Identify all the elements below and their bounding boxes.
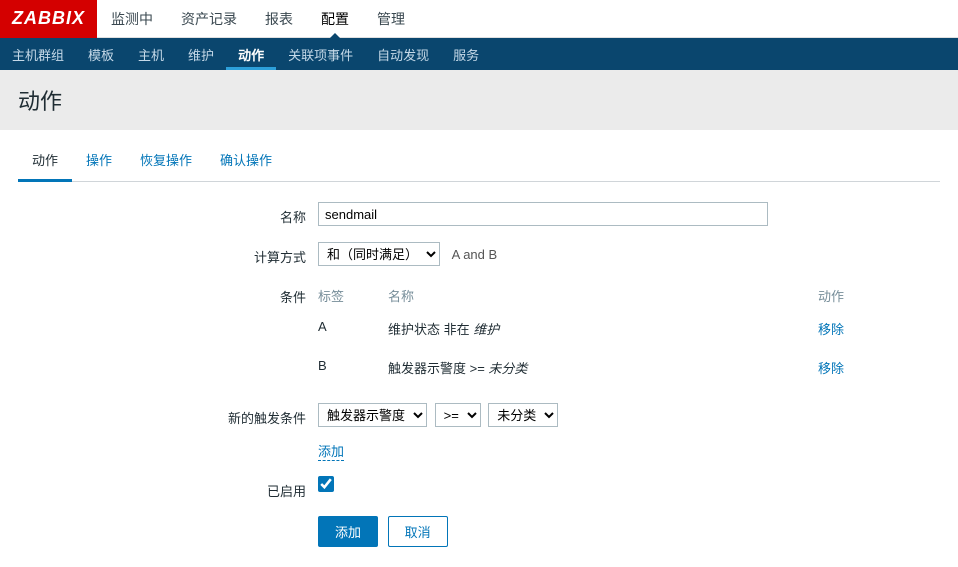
add-button[interactable]: 添加 — [318, 516, 378, 547]
content: 动作 操作 恢复操作 确认操作 名称 计算方式 和（同时满足） A and B … — [0, 140, 958, 567]
tab-operations[interactable]: 操作 — [72, 140, 126, 181]
mainmenu-administration[interactable]: 管理 — [363, 0, 419, 38]
cond-row: B 触发器示警度 >= 未分类 移除 — [318, 348, 878, 387]
tabs: 动作 操作 恢复操作 确认操作 — [18, 140, 940, 182]
row-newcond: 新的触发条件 触发器示警度 >= 未分类 添加 — [18, 403, 940, 460]
cond-name: 触发器示警度 >= 未分类 — [388, 358, 818, 377]
newcond-op-select[interactable]: >= — [435, 403, 481, 427]
newcond-label: 新的触发条件 — [18, 403, 318, 427]
logo[interactable]: ZABBIX — [0, 0, 97, 38]
submenu-maintenance[interactable]: 维护 — [176, 38, 226, 70]
row-name: 名称 — [18, 202, 940, 226]
enabled-label: 已启用 — [18, 476, 318, 500]
name-label: 名称 — [18, 202, 318, 226]
enabled-checkbox[interactable] — [318, 476, 334, 492]
main-menu: 监测中 资产记录 报表 配置 管理 — [97, 0, 419, 38]
cond-remove-link[interactable]: 移除 — [818, 361, 844, 376]
mainmenu-monitoring[interactable]: 监测中 — [97, 0, 167, 38]
cond-tag: A — [318, 319, 388, 338]
calc-select[interactable]: 和（同时满足） — [318, 242, 440, 266]
form: 名称 计算方式 和（同时满足） A and B 条件 标签 名称 动作 — [18, 182, 940, 567]
mainmenu-inventory[interactable]: 资产记录 — [167, 0, 251, 38]
submenu-discovery[interactable]: 自动发现 — [365, 38, 441, 70]
newcond-value-select[interactable]: 未分类 — [488, 403, 558, 427]
name-input[interactable] — [318, 202, 768, 226]
submenu-correlation[interactable]: 关联项事件 — [276, 38, 365, 70]
submenu-templates[interactable]: 模板 — [76, 38, 126, 70]
cond-tag: B — [318, 358, 388, 377]
page-title: 动作 — [0, 70, 958, 130]
row-conditions: 条件 标签 名称 动作 A 维护状态 非在 维护 移除 B 触发器示警度 >= … — [18, 282, 940, 387]
tab-acknowledge[interactable]: 确认操作 — [206, 140, 286, 181]
cond-row: A 维护状态 非在 维护 移除 — [318, 309, 878, 348]
cond-header-tag: 标签 — [318, 286, 388, 305]
calc-hint: A and B — [452, 247, 498, 262]
mainmenu-configuration[interactable]: 配置 — [307, 0, 363, 38]
newcond-type-select[interactable]: 触发器示警度 — [318, 403, 427, 427]
tab-action[interactable]: 动作 — [18, 140, 72, 182]
calc-label: 计算方式 — [18, 242, 318, 266]
sub-menu: 主机群组 模板 主机 维护 动作 关联项事件 自动发现 服务 — [0, 38, 958, 70]
submenu-hostgroups[interactable]: 主机群组 — [0, 38, 76, 70]
cond-label: 条件 — [18, 282, 318, 306]
topbar: ZABBIX 监测中 资产记录 报表 配置 管理 — [0, 0, 958, 38]
cond-header: 标签 名称 动作 — [318, 282, 878, 309]
submenu-services[interactable]: 服务 — [441, 38, 491, 70]
tab-recovery[interactable]: 恢复操作 — [126, 140, 206, 181]
row-calc: 计算方式 和（同时满足） A and B — [18, 242, 940, 266]
newcond-add-link[interactable]: 添加 — [318, 444, 344, 461]
mainmenu-reports[interactable]: 报表 — [251, 0, 307, 38]
row-enabled: 已启用 — [18, 476, 940, 500]
cond-header-action: 动作 — [818, 286, 878, 305]
button-row: 添加 取消 — [318, 516, 940, 547]
submenu-actions[interactable]: 动作 — [226, 38, 276, 70]
cond-remove-link[interactable]: 移除 — [818, 322, 844, 337]
cond-header-name: 名称 — [388, 286, 818, 305]
submenu-hosts[interactable]: 主机 — [126, 38, 176, 70]
cancel-button[interactable]: 取消 — [388, 516, 448, 547]
cond-name: 维护状态 非在 维护 — [388, 319, 818, 338]
